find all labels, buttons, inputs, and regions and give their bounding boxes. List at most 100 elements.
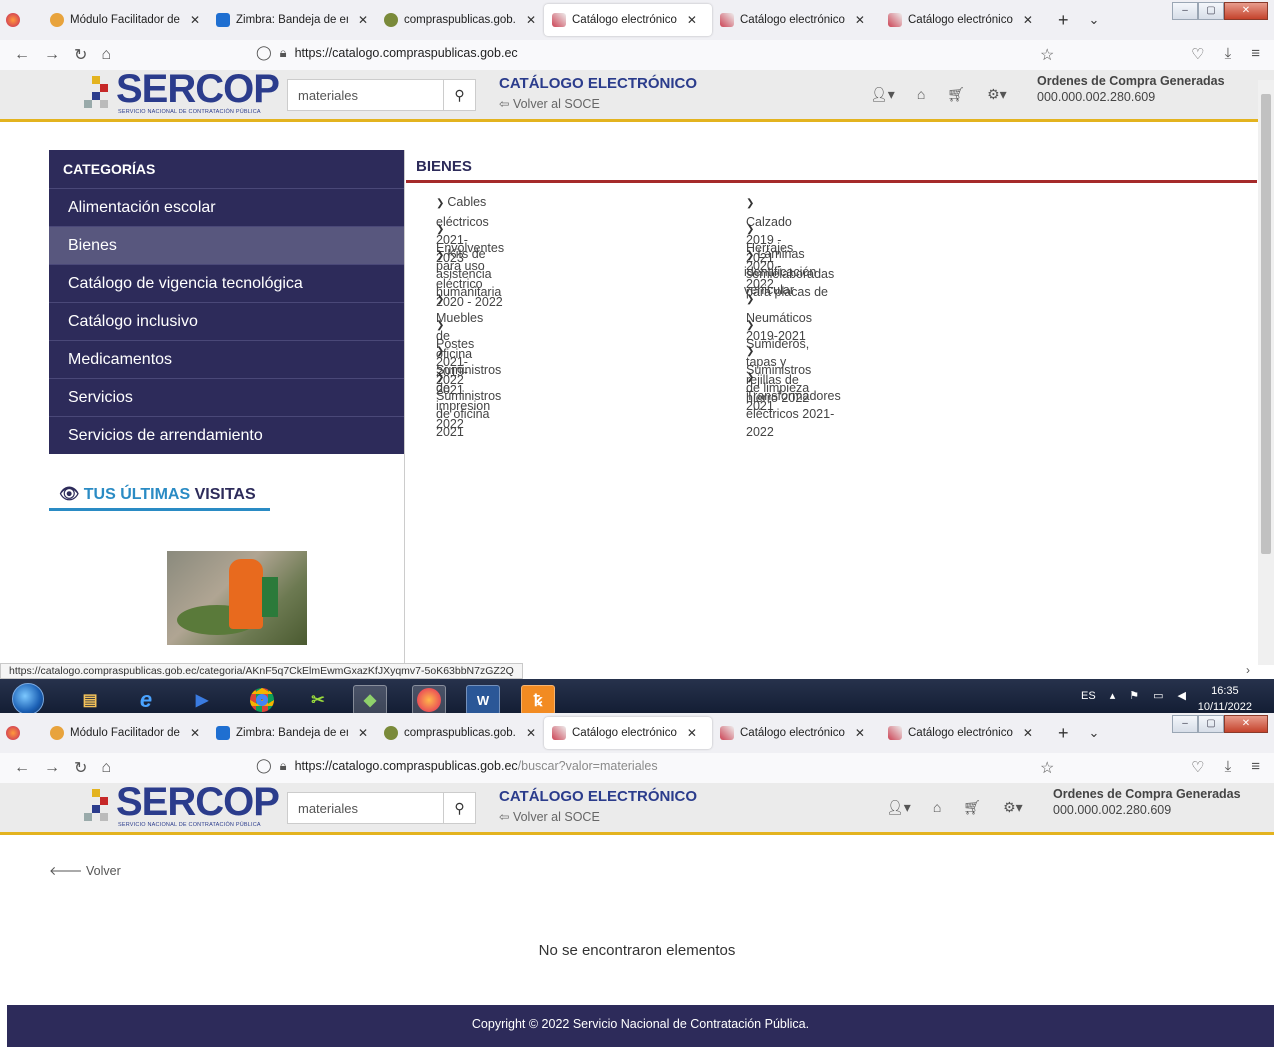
forward-arrow-icon[interactable]: → xyxy=(44,759,60,777)
tab-compraspublicas[interactable]: compraspublicas.gob.e ✕ xyxy=(376,717,544,749)
close-icon[interactable]: ✕ xyxy=(358,13,368,27)
new-tab-icon[interactable]: + xyxy=(1048,10,1079,31)
pocket-icon[interactable]: ♡ xyxy=(1191,45,1204,63)
close-icon[interactable]: ✕ xyxy=(358,726,368,740)
lock-icon[interactable]: 🔒︎ xyxy=(280,758,287,774)
close-icon[interactable]: ✕ xyxy=(855,726,865,740)
pdf-app-icon[interactable]: ꝅ xyxy=(521,685,555,715)
bookmark-star-icon[interactable]: ☆ xyxy=(1040,758,1054,778)
close-window-icon[interactable]: ✕ xyxy=(1224,2,1268,20)
url-bar[interactable]: ◯ 🔒︎ https://catalogo.compraspublicas.go… xyxy=(256,757,658,774)
tab-zimbra[interactable]: Zimbra: Bandeja de entr ✕ xyxy=(208,717,376,749)
user-icon[interactable]: 👤︎▾ xyxy=(886,799,911,816)
firefox-icon[interactable] xyxy=(6,726,20,740)
tab-catalogo-3[interactable]: Catálogo electrónico ✕ xyxy=(880,717,1048,749)
volver-link[interactable]: 🡐 Volver xyxy=(49,864,121,879)
flag-icon[interactable]: ⚑ xyxy=(1129,689,1139,702)
word-icon[interactable]: W xyxy=(466,685,500,715)
download-icon[interactable]: ⤓ xyxy=(1225,758,1232,776)
tab-zimbra[interactable]: Zimbra: Bandeja de entr ✕ xyxy=(208,4,376,36)
cart-icon[interactable]: 🛒︎ xyxy=(963,799,981,816)
tab-catalogo-active[interactable]: Catálogo electrónico ✕ xyxy=(544,717,712,749)
catalog-title[interactable]: CATÁLOGO ELECTRÓNICO xyxy=(499,788,697,805)
new-tab-icon[interactable]: + xyxy=(1048,723,1079,744)
folder-app-icon[interactable]: ◆ xyxy=(353,685,387,715)
search-icon[interactable]: ⚲ xyxy=(443,80,475,110)
menu-icon[interactable]: ≡ xyxy=(1251,45,1260,63)
firefox-icon[interactable] xyxy=(6,13,20,27)
volver-soce-link[interactable]: ⇦ Volver al SOCE xyxy=(499,809,600,824)
tab-catalogo-active[interactable]: Catálogo electrónico ✕ xyxy=(544,4,712,36)
gear-icon[interactable]: ⚙▾ xyxy=(987,86,1007,103)
home-icon[interactable]: ⌂ xyxy=(101,759,111,777)
category-item[interactable]: Servicios xyxy=(49,378,405,416)
search-input[interactable] xyxy=(288,793,443,823)
search-input[interactable] xyxy=(288,80,443,110)
user-icon[interactable]: 👤︎▾ xyxy=(870,86,895,103)
catalog-title[interactable]: CATÁLOGO ELECTRÓNICO xyxy=(499,75,697,92)
snipping-tool-icon[interactable]: ✂ xyxy=(301,685,335,715)
tab-list-icon[interactable]: ⌄ xyxy=(1079,725,1110,741)
search-icon[interactable]: ⚲ xyxy=(443,793,475,823)
firefox-taskbar-icon[interactable] xyxy=(412,685,446,715)
home-icon[interactable]: ⌂ xyxy=(933,799,941,816)
menu-icon[interactable]: ≡ xyxy=(1251,758,1260,776)
shield-icon[interactable]: ◯ xyxy=(256,44,272,61)
lock-icon[interactable]: 🔒︎ xyxy=(280,45,287,61)
forward-arrow-icon[interactable]: → xyxy=(44,46,60,64)
internet-explorer-icon[interactable]: e xyxy=(129,685,163,715)
volver-soce-link[interactable]: ⇦ Volver al SOCE xyxy=(499,96,600,111)
close-icon[interactable]: ✕ xyxy=(526,726,536,740)
media-player-icon[interactable]: ▶ xyxy=(185,685,219,715)
cart-icon[interactable]: 🛒︎ xyxy=(947,86,965,103)
category-item[interactable]: Catálogo de vigencia tecnológica xyxy=(49,264,405,302)
tab-facilitador[interactable]: Módulo Facilitador de l ✕ xyxy=(42,717,208,749)
subcategory-link[interactable]: ❯Suministros de oficina 2021 xyxy=(436,367,501,441)
file-explorer-icon[interactable]: ▤ xyxy=(73,685,107,715)
volume-icon[interactable]: ◀ xyxy=(1178,689,1186,702)
category-item[interactable]: Medicamentos xyxy=(49,340,405,378)
category-item[interactable]: Alimentación escolar xyxy=(49,188,405,226)
language-indicator[interactable]: ES xyxy=(1081,690,1096,702)
network-icon[interactable]: ▭ xyxy=(1153,689,1163,702)
tab-catalogo-2[interactable]: Catálogo electrónico ✕ xyxy=(712,4,880,36)
category-item[interactable]: Catálogo inclusivo xyxy=(49,302,405,340)
tab-catalogo-2[interactable]: Catálogo electrónico ✕ xyxy=(712,717,880,749)
subcategory-link[interactable]: ❯Transformadores eléctricos 2021-2022 xyxy=(746,367,841,441)
tab-list-icon[interactable]: ⌄ xyxy=(1079,12,1110,28)
close-icon[interactable]: ✕ xyxy=(190,13,200,27)
shield-icon[interactable]: ◯ xyxy=(256,757,272,774)
url-bar[interactable]: ◯ 🔒︎ https://catalogo.compraspublicas.go… xyxy=(256,44,518,61)
tray-expand-icon[interactable]: ▴ xyxy=(1110,689,1116,702)
back-arrow-icon[interactable]: ← xyxy=(14,759,30,777)
close-icon[interactable]: ✕ xyxy=(190,726,200,740)
back-arrow-icon[interactable]: ← xyxy=(14,46,30,64)
scroll-right-icon[interactable]: › xyxy=(1246,663,1250,677)
tab-compraspublicas[interactable]: compraspublicas.gob.e ✕ xyxy=(376,4,544,36)
home-icon[interactable]: ⌂ xyxy=(101,46,111,64)
home-icon[interactable]: ⌂ xyxy=(917,86,925,103)
download-icon[interactable]: ⤓ xyxy=(1225,45,1232,63)
gear-icon[interactable]: ⚙▾ xyxy=(1003,799,1023,816)
close-icon[interactable]: ✕ xyxy=(687,13,697,27)
minimize-icon[interactable]: – xyxy=(1172,2,1198,20)
tab-catalogo-3[interactable]: Catálogo electrónico ✕ xyxy=(880,4,1048,36)
bookmark-star-icon[interactable]: ☆ xyxy=(1040,45,1054,65)
chrome-icon[interactable] xyxy=(245,685,279,715)
sercop-logo[interactable]: SERCOP SERVICIO NACIONAL DE CONTRATACIÓN… xyxy=(78,67,280,115)
sercop-logo[interactable]: SERCOP SERVICIO NACIONAL DE CONTRATACIÓN… xyxy=(78,780,280,828)
maximize-icon[interactable]: ▢ xyxy=(1198,715,1224,733)
category-item-selected[interactable]: Bienes xyxy=(49,226,405,264)
reload-icon[interactable]: ↻ xyxy=(74,45,87,65)
tab-facilitador[interactable]: Módulo Facilitador de l ✕ xyxy=(42,4,208,36)
maximize-icon[interactable]: ▢ xyxy=(1198,2,1224,20)
close-icon[interactable]: ✕ xyxy=(526,13,536,27)
close-icon[interactable]: ✕ xyxy=(855,13,865,27)
close-icon[interactable]: ✕ xyxy=(687,726,697,740)
close-icon[interactable]: ✕ xyxy=(1023,726,1033,740)
start-button-icon[interactable] xyxy=(12,683,44,715)
category-item[interactable]: Servicios de arrendamiento xyxy=(49,416,405,454)
reload-icon[interactable]: ↻ xyxy=(74,758,87,778)
close-icon[interactable]: ✕ xyxy=(1023,13,1033,27)
close-window-icon[interactable]: ✕ xyxy=(1224,715,1268,733)
